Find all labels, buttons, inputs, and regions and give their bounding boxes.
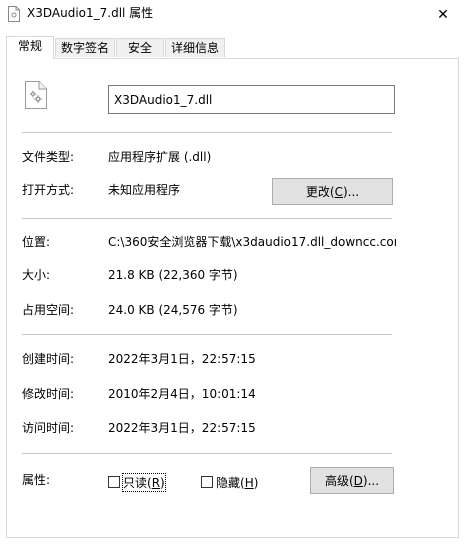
- attributes-label: 属性:: [22, 473, 51, 487]
- dll-file-icon-large: [25, 81, 47, 109]
- close-button[interactable]: ✕: [420, 0, 466, 30]
- location-label: 位置:: [22, 235, 51, 249]
- readonly-checkbox-label: 只读(R): [122, 472, 166, 492]
- change-button[interactable]: 更改(C)...: [272, 178, 393, 205]
- tab-security[interactable]: 安全: [116, 38, 164, 57]
- accessed-value: 2022年3月1日，22:57:15: [108, 421, 256, 435]
- hidden-label-accel: H: [244, 475, 254, 490]
- readonly-label-text: 只读(: [123, 475, 152, 490]
- hidden-label-suffix: ): [253, 475, 259, 490]
- separator: [22, 218, 392, 219]
- tab-details[interactable]: 详细信息: [165, 38, 225, 57]
- separator: [22, 453, 392, 454]
- size-on-disk-value: 24.0 KB (24,576 字节): [108, 303, 238, 317]
- readonly-checkbox[interactable]: 只读(R): [108, 472, 166, 492]
- tab-general[interactable]: 常规: [6, 36, 54, 59]
- advanced-button-accel: D: [353, 473, 363, 488]
- accessed-label: 访问时间:: [22, 421, 75, 435]
- advanced-button-label: 高级(: [324, 474, 354, 488]
- tab-details-label: 详细信息: [170, 41, 219, 55]
- readonly-label-suffix: ): [160, 475, 165, 490]
- file-type-label: 文件类型:: [22, 150, 75, 164]
- advanced-button[interactable]: 高级(D)...: [310, 467, 394, 494]
- change-button-suffix: )...: [342, 184, 360, 199]
- window-title: X3DAudio1_7.dll 属性: [27, 6, 154, 20]
- size-value: 21.8 KB (22,360 字节): [108, 268, 238, 282]
- general-panel: [6, 58, 459, 538]
- modified-value: 2010年2月4日，10:01:14: [108, 387, 256, 401]
- file-type-value: 应用程序扩展 (.dll): [108, 150, 212, 164]
- separator: [22, 334, 392, 335]
- tab-general-label: 常规: [17, 39, 42, 53]
- close-icon: ✕: [437, 7, 449, 23]
- size-label: 大小:: [22, 268, 51, 282]
- change-button-accel: C: [334, 184, 343, 199]
- separator: [22, 132, 392, 133]
- change-button-label: 更改(: [305, 185, 335, 199]
- created-label: 创建时间:: [22, 352, 75, 366]
- location-value: C:\360安全浏览器下载\x3daudio17.dll_downcc.com: [108, 235, 396, 249]
- file-name-input[interactable]: [108, 85, 395, 114]
- hidden-checkbox-box[interactable]: [201, 476, 213, 488]
- tab-digital-signatures[interactable]: 数字签名: [55, 38, 115, 57]
- hidden-checkbox-label: 隐藏(H): [216, 474, 258, 491]
- title-bar: X3DAudio1_7.dll 属性 ✕: [0, 0, 466, 30]
- modified-label: 修改时间:: [22, 387, 75, 401]
- readonly-checkbox-box[interactable]: [108, 476, 120, 488]
- readonly-label-accel: R: [151, 475, 161, 490]
- tab-digital-signatures-label: 数字签名: [60, 41, 109, 55]
- tab-security-label: 安全: [127, 41, 152, 55]
- hidden-checkbox[interactable]: 隐藏(H): [201, 474, 258, 490]
- advanced-button-suffix: )...: [362, 473, 380, 488]
- dll-file-icon: [8, 6, 20, 22]
- created-value: 2022年3月1日，22:57:15: [108, 352, 256, 366]
- open-with-value: 未知应用程序: [108, 183, 181, 197]
- hidden-label-text: 隐藏(: [216, 475, 245, 490]
- open-with-label: 打开方式:: [22, 183, 75, 197]
- size-on-disk-label: 占用空间:: [22, 303, 75, 317]
